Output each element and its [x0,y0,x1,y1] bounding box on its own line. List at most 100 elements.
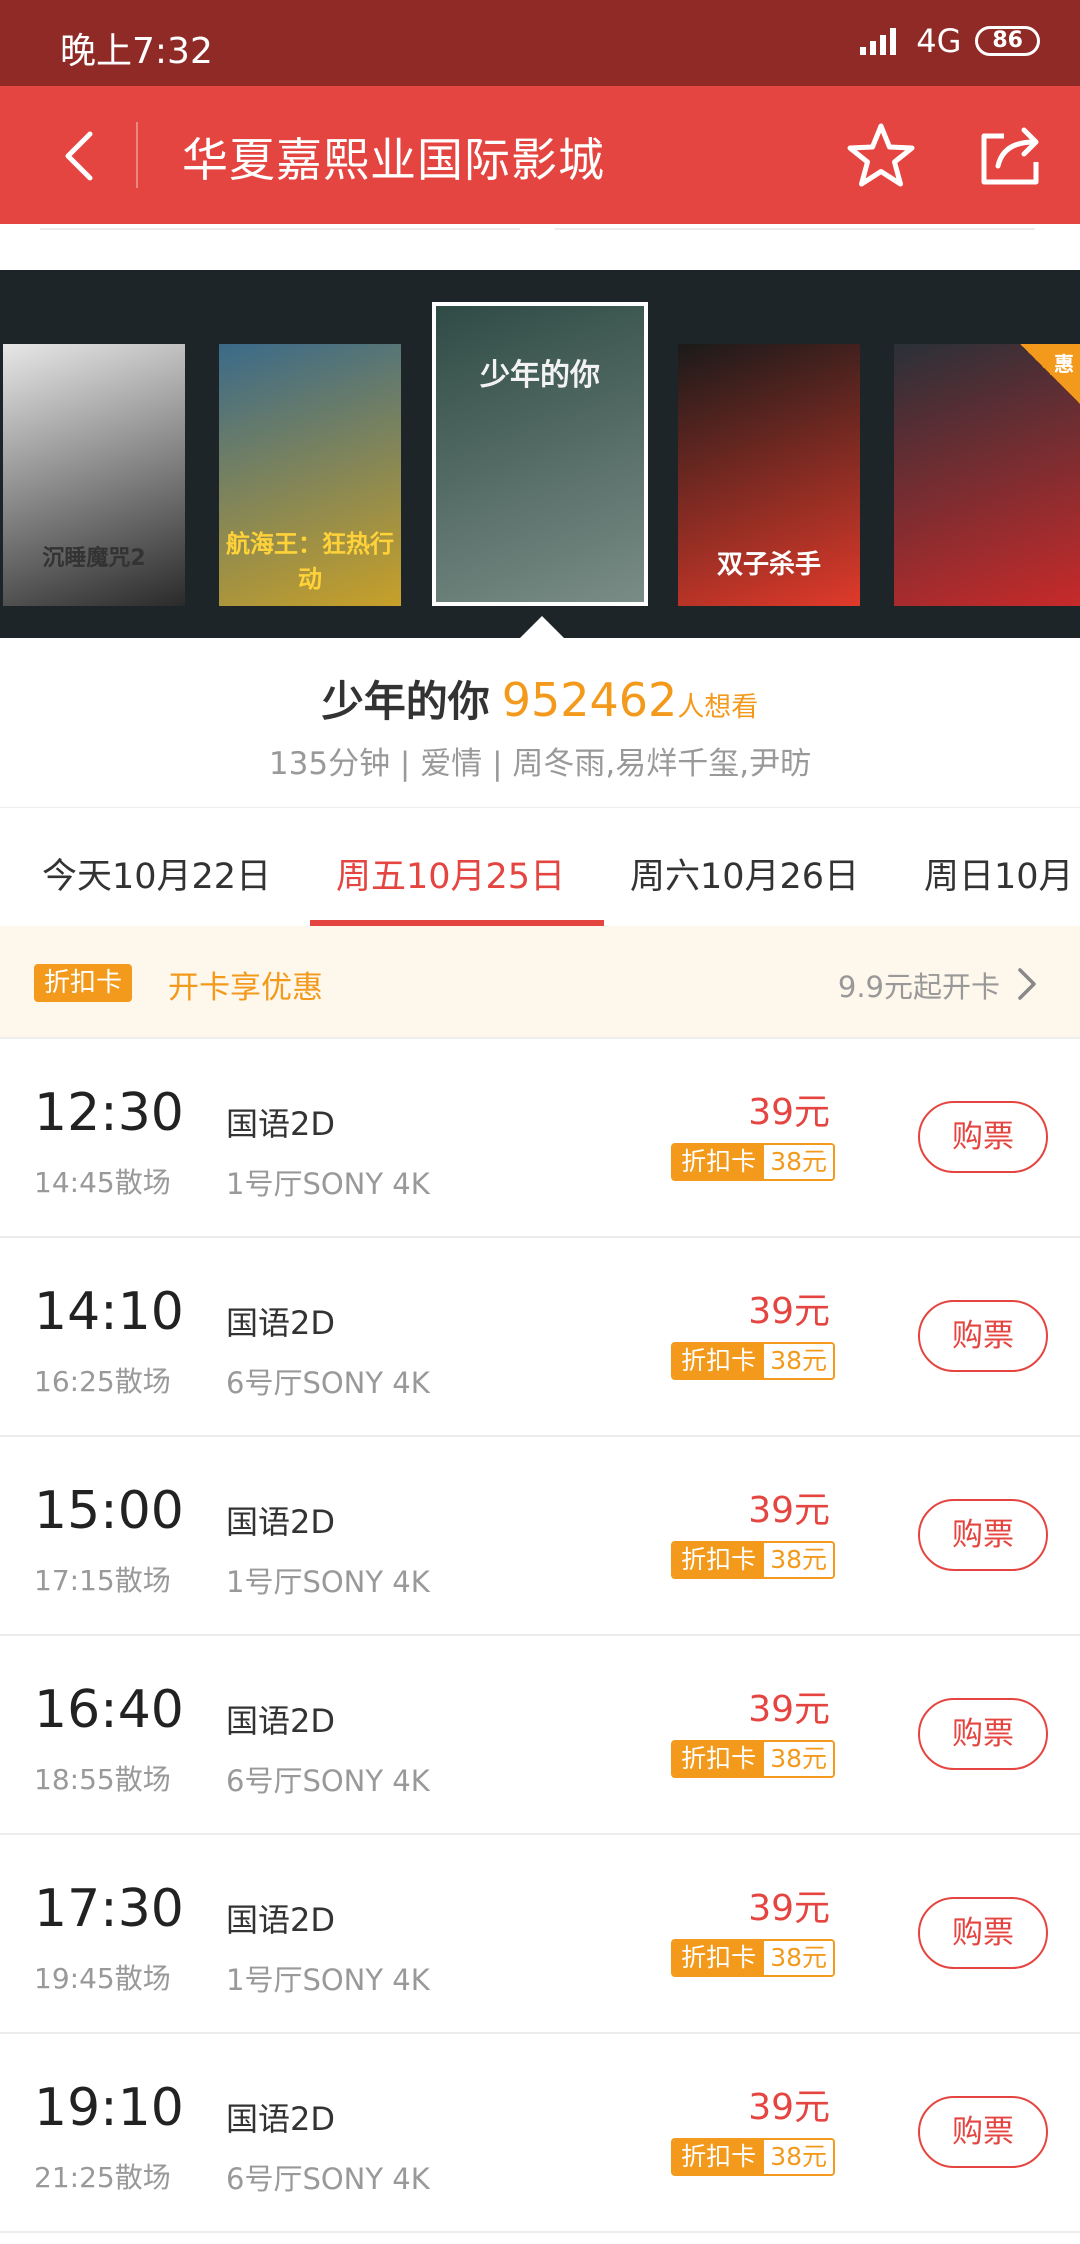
ticket-price: 39元 [748,1888,830,1929]
poster-discount-movie[interactable]: 惠 [894,344,1080,606]
buy-ticket-button[interactable]: 购票 [918,1101,1048,1173]
ticket-price: 39元 [748,1092,830,1133]
status-time: 晚上7:32 [60,31,213,72]
hall-name: 1号厅SONY 4K [226,1963,430,1997]
end-time: 21:25散场 [34,2161,171,2194]
cinema-title: 华夏嘉熙业国际影城 [182,133,605,187]
selected-pointer [520,616,564,638]
card-price-badge: 折扣卡 38元 [671,1342,835,1380]
card-label: 折扣卡 [673,2140,765,2174]
start-time: 17:30 [34,1879,184,1939]
discount-price-text: 9.9元起开卡 [837,970,1000,1004]
card-price: 38元 [764,1941,833,1975]
card-price-badge: 折扣卡 38元 [671,1541,835,1579]
showtime-row: 17:30 19:45散场 国语2D 1号厅SONY 4K 39元 折扣卡 38元… [0,1835,1080,2034]
poster-title: 少年的你 [480,358,600,393]
start-time: 12:30 [34,1083,184,1143]
share-button[interactable] [970,116,1052,198]
end-time: 14:45散场 [34,1166,171,1199]
ticket-price: 39元 [748,1490,830,1531]
end-time: 19:45散场 [34,1962,171,1995]
tab-oct-25[interactable]: 周五10月25日 [336,848,565,899]
chevron-right-icon [1018,968,1036,1000]
card-price-badge: 折扣卡 38元 [671,1939,835,1977]
start-time: 14:10 [34,1282,184,1342]
buy-ticket-button[interactable]: 购票 [918,1698,1048,1770]
hall-name: 6号厅SONY 4K [226,1366,430,1400]
buy-ticket-button[interactable]: 购票 [918,2096,1048,2168]
movie-title-line: 少年的你 952462人想看 [0,668,1080,729]
discount-text: 开卡享优惠 [168,970,323,1006]
buy-ticket-button[interactable]: 购票 [918,1300,1048,1372]
card-label: 折扣卡 [673,1941,765,1975]
card-label: 折扣卡 [673,1742,765,1776]
header-shadow-strip [0,224,1080,270]
battery-icon: 86 [975,26,1040,56]
share-icon [981,127,1039,185]
tab-oct-27[interactable]: 周日10月 [924,848,1074,899]
start-time: 16:40 [34,1680,184,1740]
card-price: 38元 [764,1145,833,1179]
hall-name: 1号厅SONY 4K [226,1167,430,1201]
want-label: 人想看 [677,692,759,723]
card-label: 折扣卡 [673,1344,765,1378]
discount-badge: 折扣卡 [34,964,133,1002]
poster-one-piece[interactable]: 航海王：狂热行动 [219,344,401,606]
ticket-price: 39元 [748,1689,830,1730]
end-time: 18:55散场 [34,1763,171,1796]
showtime-row: 15:00 17:15散场 国语2D 1号厅SONY 4K 39元 折扣卡 38元… [0,1437,1080,1636]
poster-better-days[interactable]: 少年的你 [432,302,648,606]
card-price-badge: 折扣卡 38元 [671,1143,835,1181]
ticket-price: 39元 [748,1291,830,1332]
start-time: 19:10 [34,2078,184,2138]
signal-icon [860,28,897,55]
strip-segment [40,224,520,230]
top-nav: 华夏嘉熙业国际影城 [0,86,1080,224]
showtime-row: 14:10 16:25散场 国语2D 6号厅SONY 4K 39元 折扣卡 38元… [0,1238,1080,1437]
buy-ticket-button[interactable]: 购票 [918,1499,1048,1571]
battery-level: 86 [992,28,1023,53]
movie-meta: 135分钟 | 爱情 | 周冬雨,易烊千玺,尹昉 [268,746,812,782]
poster-title: 沉睡魔咒2 [42,546,146,571]
card-price: 38元 [764,1344,833,1378]
star-icon [847,123,915,187]
discount-card-banner[interactable]: 折扣卡 开卡享优惠 9.9元起开卡 [0,926,1080,1038]
hall-name: 6号厅SONY 4K [226,2162,430,2196]
language-format: 国语2D [226,1503,336,1541]
favorite-button[interactable] [840,116,922,198]
card-price: 38元 [764,1742,833,1776]
card-price-badge: 折扣卡 38元 [671,1740,835,1778]
network-type: 4G [916,22,962,60]
language-format: 国语2D [226,1702,336,1740]
tab-oct-22[interactable]: 今天10月22日 [42,848,271,899]
movie-info: 少年的你 952462人想看 135分钟 | 爱情 | 周冬雨,易烊千玺,尹昉 [0,638,1080,808]
status-icons: 4G 86 [858,22,1040,60]
buy-ticket-button[interactable]: 购票 [918,1897,1048,1969]
end-time: 17:15散场 [34,1564,171,1597]
card-label: 折扣卡 [673,1145,765,1179]
poster-title: 航海王：狂热行动 [226,530,394,593]
poster-maleficent[interactable]: 沉睡魔咒2 [3,344,185,606]
card-price: 38元 [764,2140,833,2174]
tab-oct-26[interactable]: 周六10月26日 [630,848,859,899]
status-bar: 晚上7:32 4G 86 [0,0,1080,86]
header-divider [136,122,138,188]
card-price: 38元 [764,1543,833,1577]
language-format: 国语2D [226,2100,336,2138]
hall-name: 1号厅SONY 4K [226,1565,430,1599]
back-button[interactable] [40,116,120,196]
poster-gemini-man[interactable]: 双子杀手 [678,344,860,606]
showtime-row: 16:40 18:55散场 国语2D 6号厅SONY 4K 39元 折扣卡 38元… [0,1636,1080,1835]
language-format: 国语2D [226,1105,336,1143]
hall-name: 6号厅SONY 4K [226,1764,430,1798]
language-format: 国语2D [226,1304,336,1342]
showtime-row: 12:30 14:45散场 国语2D 1号厅SONY 4K 39元 折扣卡 38元… [0,1039,1080,1238]
poster-carousel[interactable]: 沉睡魔咒2 航海王：狂热行动 少年的你 双子杀手 惠 [0,270,1080,638]
end-time: 16:25散场 [34,1365,171,1398]
showtime-row: 19:10 21:25散场 国语2D 6号厅SONY 4K 39元 折扣卡 38元… [0,2034,1080,2233]
chevron-left-icon [65,131,93,181]
discount-corner-label: 惠 [1054,352,1074,376]
language-format: 国语2D [226,1901,336,1939]
want-count: 952462 [501,673,678,727]
ticket-price: 39元 [748,2087,830,2128]
